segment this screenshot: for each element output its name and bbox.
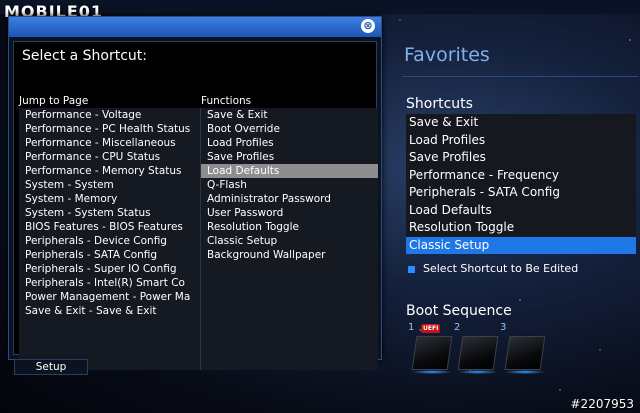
jump-to-page-header: Jump to Page	[19, 95, 89, 107]
uefi-badge: UEFI	[421, 324, 441, 333]
jump-list-item[interactable]: Performance - PC Health Status	[19, 122, 200, 136]
function-list-item[interactable]: Load Profiles	[201, 136, 378, 150]
shortcuts-title: Shortcuts	[406, 96, 473, 112]
jump-to-page-column: Jump to Page Performance - Voltage Perfor…	[19, 94, 201, 370]
shortcut-list-item[interactable]: Classic Setup	[406, 236, 636, 254]
function-list-item[interactable]: Save Profiles	[201, 150, 378, 164]
jump-list-item[interactable]: Save & Exit - Save & Exit	[19, 304, 200, 318]
function-list-item[interactable]: Administrator Password	[201, 192, 378, 206]
dialog-heading: Select a Shortcut:	[22, 48, 148, 64]
function-list-item[interactable]: Boot Override	[201, 122, 378, 136]
function-list-item[interactable]: Resolution Toggle	[201, 220, 378, 234]
jump-list-item[interactable]: BIOS Features - BIOS Features	[19, 220, 200, 234]
functions-column: Functions Save & Exit Boot Override Load P…	[201, 94, 378, 370]
function-list-item[interactable]: Load Defaults	[201, 164, 378, 178]
shortcut-list-item[interactable]: Performance - Frequency	[406, 167, 636, 185]
jump-list-item[interactable]: Performance - Miscellaneous	[19, 136, 200, 150]
jump-list-item[interactable]: System - Memory	[19, 192, 200, 206]
jump-list-item[interactable]: Peripherals - SATA Config	[19, 248, 200, 262]
jump-list-item[interactable]: Power Management - Power Ma	[19, 290, 200, 304]
drive-glow	[411, 370, 453, 374]
square-bullet-icon	[408, 265, 415, 273]
boot-slot-number: 3	[500, 322, 507, 333]
boot-drive-1-icon[interactable]	[411, 336, 453, 370]
boot-drive-3-icon[interactable]	[504, 336, 546, 370]
setup-tab[interactable]: Setup	[14, 359, 88, 375]
boot-sequence-title: Boot Sequence	[406, 303, 512, 319]
close-icon[interactable]: ⊗	[361, 19, 375, 33]
edit-note: Select Shortcut to Be Edited	[408, 262, 578, 275]
jump-to-page-list[interactable]: Performance - Voltage Performance - PC He…	[19, 108, 201, 370]
functions-header: Functions	[201, 95, 252, 107]
shortcut-list-item[interactable]: Load Profiles	[406, 132, 636, 150]
drive-glow	[504, 370, 546, 374]
boot-slot-number: 2	[454, 322, 461, 333]
function-list-item[interactable]: Save & Exit	[201, 108, 378, 122]
jump-list-item[interactable]: Performance - Memory Status	[19, 164, 200, 178]
drive-glow	[457, 370, 499, 374]
jump-list-item[interactable]: Performance - CPU Status	[19, 150, 200, 164]
shortcut-list-item[interactable]: Resolution Toggle	[406, 219, 636, 237]
shortcut-list-item[interactable]: Peripherals - SATA Config	[406, 184, 636, 202]
shortcuts-list[interactable]: Save & Exit Load Profiles Save Profiles Per…	[406, 114, 636, 254]
dialog-title-bar: ⊗	[9, 17, 381, 37]
shortcut-list-item[interactable]: Save & Exit	[406, 114, 636, 132]
function-list-item[interactable]: User Password	[201, 206, 378, 220]
functions-list[interactable]: Save & Exit Boot Override Load Profiles Sav…	[201, 108, 378, 370]
shortcut-list-item[interactable]: Load Defaults	[406, 202, 636, 220]
jump-list-item[interactable]: Peripherals - Device Config	[19, 234, 200, 248]
shortcut-list-item[interactable]: Save Profiles	[406, 149, 636, 167]
watermark-id: #2207953	[570, 397, 635, 411]
favorites-divider	[402, 76, 638, 77]
favorites-title: Favorites	[404, 44, 490, 66]
dialog-body: Select a Shortcut: Jump to Page Performa…	[13, 41, 378, 370]
function-list-item[interactable]: Background Wallpaper	[201, 248, 378, 262]
boot-slot-number: 1	[408, 322, 415, 333]
jump-list-item[interactable]: System - System	[19, 178, 200, 192]
shortcut-dialog: ⊗ Select a Shortcut: Jump to Page Perfor…	[8, 16, 382, 370]
jump-list-item[interactable]: Peripherals - Intel(R) Smart Co	[19, 276, 200, 290]
boot-drive-2-icon[interactable]	[457, 336, 499, 370]
function-list-item[interactable]: Q-Flash	[201, 178, 378, 192]
jump-list-item[interactable]: Peripherals - Super IO Config	[19, 262, 200, 276]
jump-list-item[interactable]: Performance - Voltage	[19, 108, 200, 122]
jump-list-item[interactable]: System - System Status	[19, 206, 200, 220]
edit-note-text: Select Shortcut to Be Edited	[423, 262, 579, 275]
function-list-item[interactable]: Classic Setup	[201, 234, 378, 248]
